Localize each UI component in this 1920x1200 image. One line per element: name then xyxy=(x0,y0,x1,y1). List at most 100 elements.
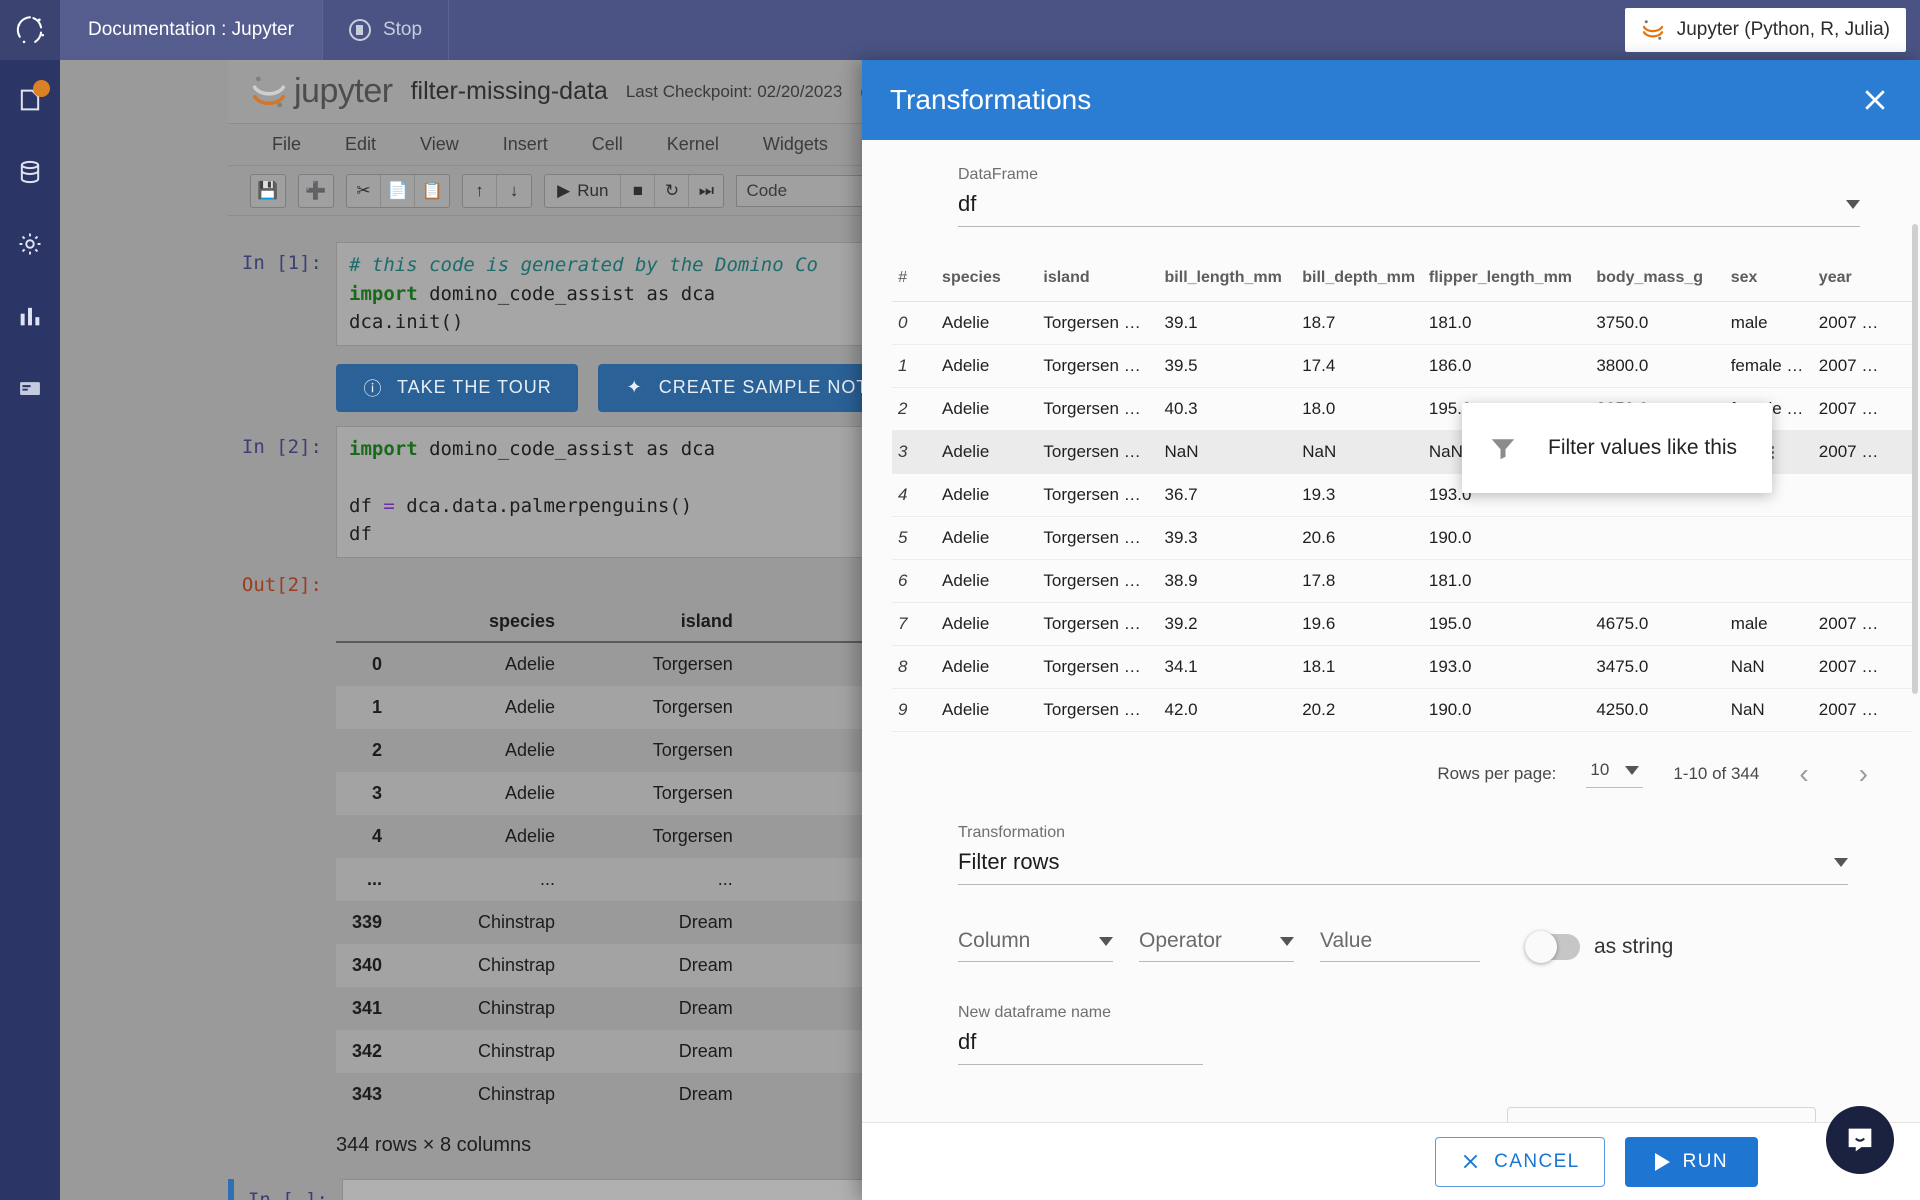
cell-year[interactable] xyxy=(1812,516,1912,560)
sidebar-item-files[interactable] xyxy=(12,80,50,118)
move-up-button[interactable]: ↑ xyxy=(463,174,498,207)
preview-col-flipper-length-mm[interactable]: flipper_length_mm xyxy=(1422,261,1591,302)
value-input[interactable]: Value xyxy=(1320,929,1480,962)
table-row[interactable]: 1 Adelie Torgersen … 39.5 17.4 186.0 3800.0 fem… xyxy=(892,344,1912,388)
cell-sex[interactable]: male xyxy=(1724,602,1813,646)
restart-button[interactable]: ↻ xyxy=(655,174,690,207)
preview-col-body-mass-g[interactable]: body_mass_g xyxy=(1590,261,1725,302)
cell-sex[interactable]: male xyxy=(1724,301,1813,345)
workspace-tab[interactable]: Documentation : Jupyter xyxy=(60,0,323,60)
table-row[interactable]: 6 Adelie Torgersen … 38.9 17.8 181.0 xyxy=(892,559,1912,603)
column-select[interactable]: Column xyxy=(958,929,1113,962)
cell-bill-depth-mm[interactable]: 19.6 xyxy=(1296,602,1423,646)
cell-bill-length-mm[interactable]: NaN xyxy=(1158,430,1297,474)
cell-year[interactable]: 2007 … xyxy=(1812,344,1912,388)
restart-run-all-button[interactable]: ⏭ xyxy=(689,175,723,207)
cell-bill-length-mm[interactable]: 39.5 xyxy=(1158,344,1297,388)
preview-col-bill-length-mm[interactable]: bill_length_mm xyxy=(1158,261,1297,302)
cell-bill-depth-mm[interactable]: 18.1 xyxy=(1296,645,1423,689)
cell-bill-depth-mm[interactable]: 17.8 xyxy=(1296,559,1423,603)
cell-body-mass-g[interactable]: 3750.0 xyxy=(1590,301,1725,345)
cell-year[interactable]: 2007 … xyxy=(1812,645,1912,689)
dataframe-select[interactable]: df xyxy=(958,191,1860,227)
dialog-scrollbar[interactable] xyxy=(1912,224,1918,694)
cut-button[interactable]: ✂ xyxy=(347,174,381,207)
cell-body-mass-g[interactable]: 3475.0 xyxy=(1590,645,1725,689)
cell-year[interactable] xyxy=(1812,473,1912,517)
preview-col-year[interactable]: year xyxy=(1812,261,1912,302)
cell-bill-depth-mm[interactable]: 17.4 xyxy=(1296,344,1423,388)
menu-insert[interactable]: Insert xyxy=(481,134,570,155)
intercom-launcher[interactable] xyxy=(1826,1106,1894,1174)
cell-flipper-length-mm[interactable]: 181.0 xyxy=(1422,559,1591,603)
add-transformation-button[interactable]: ADD TRANSFORMATION xyxy=(1506,1107,1816,1122)
cell-species[interactable]: Adelie xyxy=(936,688,1038,732)
stop-button[interactable]: Stop xyxy=(323,0,450,60)
cell-body-mass-g[interactable]: 4250.0 xyxy=(1590,688,1725,732)
cell-flipper-length-mm[interactable]: 195.0 xyxy=(1422,602,1591,646)
cell-sex[interactable] xyxy=(1724,559,1813,603)
save-button[interactable]: 💾 xyxy=(251,175,285,207)
cell-year[interactable]: 2007 … xyxy=(1812,602,1912,646)
chevron-left-icon[interactable]: ‹ xyxy=(1789,758,1818,790)
cell-island[interactable]: Torgersen … xyxy=(1037,516,1159,560)
operator-select[interactable]: Operator xyxy=(1139,929,1294,962)
cell-island[interactable]: Torgersen … xyxy=(1037,602,1159,646)
cell-sex[interactable] xyxy=(1724,516,1813,560)
notebook-name[interactable]: filter-missing-data xyxy=(411,77,608,106)
cell-sex[interactable]: NaN xyxy=(1724,688,1813,732)
table-row[interactable]: 7 Adelie Torgersen … 39.2 19.6 195.0 4675.0 mal… xyxy=(892,602,1912,646)
cell-bill-length-mm[interactable]: 39.3 xyxy=(1158,516,1297,560)
table-row[interactable]: 0 Adelie Torgersen … 39.1 18.7 181.0 3750.0 mal… xyxy=(892,301,1912,345)
preview-col-species[interactable]: species xyxy=(936,261,1038,302)
cell-bill-length-mm[interactable]: 36.7 xyxy=(1158,473,1297,517)
cell-body-mass-g[interactable] xyxy=(1590,559,1725,603)
cell-species[interactable]: Adelie xyxy=(936,344,1038,388)
preview-col-bill-depth-mm[interactable]: bill_depth_mm xyxy=(1296,261,1423,302)
cell-island[interactable]: Torgersen … xyxy=(1037,430,1159,474)
menu-file[interactable]: File xyxy=(250,134,323,155)
menu-widgets[interactable]: Widgets xyxy=(741,134,850,155)
cell-bill-length-mm[interactable]: 38.9 xyxy=(1158,559,1297,603)
cell-bill-depth-mm[interactable]: 18.0 xyxy=(1296,387,1423,431)
cell-island[interactable]: Torgersen … xyxy=(1037,559,1159,603)
cell-bill-depth-mm[interactable]: NaN xyxy=(1296,430,1423,474)
cell-bill-depth-mm[interactable]: 19.3 xyxy=(1296,473,1423,517)
rows-per-page-select[interactable]: 10 xyxy=(1586,760,1644,788)
paste-button[interactable]: 📋 xyxy=(415,175,449,207)
cell-island[interactable]: Torgersen … xyxy=(1037,301,1159,345)
as-string-toggle[interactable] xyxy=(1525,931,1580,963)
sidebar-item-settings[interactable] xyxy=(12,226,48,262)
transformation-select[interactable]: Filter rows xyxy=(958,849,1848,885)
preview-col-index[interactable]: # xyxy=(892,261,937,302)
cell-island[interactable]: Torgersen … xyxy=(1037,645,1159,689)
cell-flipper-length-mm[interactable]: 186.0 xyxy=(1422,344,1591,388)
sidebar-item-data[interactable] xyxy=(12,154,48,190)
cell-body-mass-g[interactable]: 3800.0 xyxy=(1590,344,1725,388)
cell-species[interactable]: Adelie xyxy=(936,559,1038,603)
cell-year[interactable] xyxy=(1812,559,1912,603)
cell-species[interactable]: Adelie xyxy=(936,430,1038,474)
menu-edit[interactable]: Edit xyxy=(323,134,398,155)
preview-col-island[interactable]: island xyxy=(1037,261,1159,302)
close-icon[interactable] xyxy=(1858,83,1892,117)
cell-year[interactable]: 2007 … xyxy=(1812,430,1912,474)
sidebar-item-apps[interactable] xyxy=(12,370,48,406)
cell-island[interactable]: Torgersen … xyxy=(1037,473,1159,517)
insert-cell-button[interactable]: ➕ xyxy=(299,175,333,207)
preview-col-sex[interactable]: sex xyxy=(1724,261,1813,302)
cell-bill-length-mm[interactable]: 39.2 xyxy=(1158,602,1297,646)
cell-flipper-length-mm[interactable]: 190.0 xyxy=(1422,516,1591,560)
move-down-button[interactable]: ↓ xyxy=(497,175,531,207)
cell-species[interactable]: Adelie xyxy=(936,387,1038,431)
cell-bill-length-mm[interactable]: 34.1 xyxy=(1158,645,1297,689)
cell-flipper-length-mm[interactable]: 193.0 xyxy=(1422,645,1591,689)
cell-species[interactable]: Adelie xyxy=(936,516,1038,560)
menu-cell[interactable]: Cell xyxy=(570,134,645,155)
filter-values-like-this-item[interactable]: Filter values like this xyxy=(1548,436,1737,460)
cell-bill-length-mm[interactable]: 40.3 xyxy=(1158,387,1297,431)
cell-bill-length-mm[interactable]: 39.1 xyxy=(1158,301,1297,345)
menu-kernel[interactable]: Kernel xyxy=(645,134,741,155)
run-button[interactable]: ▶ Run xyxy=(545,174,622,207)
cell-year[interactable]: 2007 … xyxy=(1812,301,1912,345)
